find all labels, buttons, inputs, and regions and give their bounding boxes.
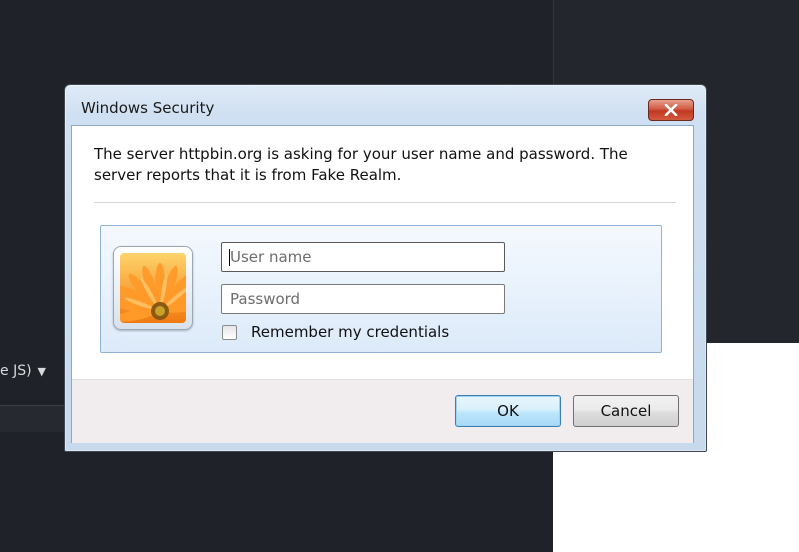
auth-message: The server httpbin.org is asking for you…	[94, 145, 628, 184]
cancel-button[interactable]: Cancel	[573, 395, 679, 427]
dialog-footer: OK Cancel	[72, 379, 693, 443]
close-icon	[664, 104, 678, 116]
remember-credentials-row[interactable]: Remember my credentials	[222, 322, 449, 342]
ok-button[interactable]: OK	[455, 395, 561, 427]
text-cursor	[229, 249, 230, 266]
dropdown-caret-icon: ▼	[37, 365, 47, 378]
background-dropdown[interactable]: e JS) ▼	[0, 360, 46, 382]
message-separator	[94, 202, 676, 203]
username-input[interactable]	[221, 242, 505, 272]
windows-security-dialog: Windows Security The server httpbin.org …	[64, 84, 707, 452]
close-button[interactable]	[648, 99, 694, 121]
password-input[interactable]	[221, 284, 505, 314]
remember-credentials-checkbox[interactable]	[222, 324, 237, 340]
user-avatar	[113, 246, 193, 330]
flower-avatar-icon	[120, 253, 186, 323]
dialog-title: Windows Security	[81, 99, 215, 117]
dialog-client-area: The server httpbin.org is asking for you…	[71, 125, 694, 443]
background-dropdown-label: e JS)	[0, 363, 32, 379]
credential-tile: Remember my credentials	[100, 225, 662, 353]
remember-credentials-label: Remember my credentials	[251, 323, 450, 341]
